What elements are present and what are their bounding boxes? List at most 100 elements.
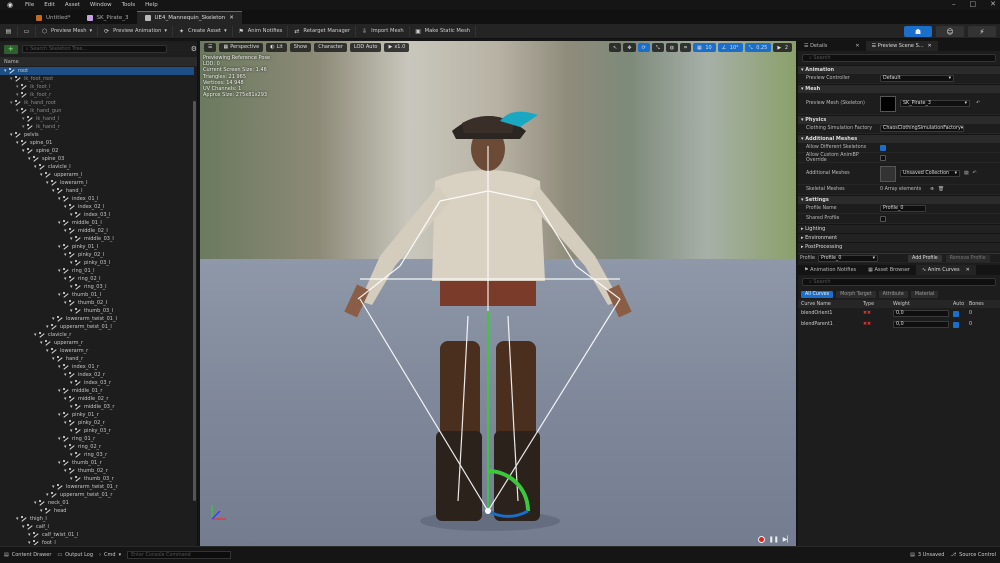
close-tab-icon[interactable]: ✕ (928, 43, 932, 49)
menu-file[interactable]: File (25, 2, 34, 8)
bone-row[interactable]: ▾ neck_01 (0, 499, 194, 507)
pause-icon[interactable]: ❚❚ (769, 536, 779, 543)
expand-arrow-icon[interactable]: ▾ (70, 308, 74, 314)
bone-row[interactable]: ▾ ring_01_l (0, 267, 194, 275)
scale-snap-button[interactable]: ⤡ 0.25 (744, 43, 772, 52)
mesh-mode-icon[interactable]: ☺ (936, 26, 964, 37)
tab-animation-notifies[interactable]: ⚑ Animation Notifies (798, 265, 862, 275)
close-tab-icon[interactable]: ✕ (966, 267, 970, 273)
bone-row[interactable]: ▾ ring_03_l (0, 283, 194, 291)
expand-arrow-icon[interactable]: ▾ (40, 508, 44, 514)
minimize-icon[interactable]: – (952, 0, 956, 8)
cmd-dropdown[interactable]: › Cmd ▾ (99, 552, 121, 558)
scale-icon[interactable]: ⤡ (651, 43, 664, 52)
menu-asset[interactable]: Asset (65, 2, 80, 8)
bone-row[interactable]: ▾ calf_l (0, 523, 194, 531)
bone-row[interactable]: ▾ lowerarm_twist_01_l (0, 315, 194, 323)
expand-arrow-icon[interactable]: ▾ (70, 476, 74, 482)
filter-attribute[interactable]: Attribute (878, 291, 908, 298)
section-lighting[interactable]: ▸ Lighting (798, 224, 1000, 233)
console-command-input[interactable]: Enter Console Command (127, 551, 232, 559)
filter-material[interactable]: Material (910, 291, 939, 298)
type-icon[interactable]: ✖✖ (863, 311, 893, 316)
bone-row[interactable]: ▾ index_01_r (0, 363, 194, 371)
expand-arrow-icon[interactable]: ▾ (58, 436, 62, 442)
expand-arrow-icon[interactable]: ▾ (64, 228, 68, 234)
lod-button[interactable]: LOD Auto (349, 42, 382, 52)
expand-arrow-icon[interactable]: ▾ (22, 524, 26, 530)
close-window-icon[interactable]: ✕ (990, 0, 996, 8)
bone-row[interactable]: ▾ upperarm_l (0, 171, 194, 179)
expand-arrow-icon[interactable]: ▾ (16, 140, 20, 146)
content-drawer-button[interactable]: ▤ Content Drawer (4, 552, 51, 558)
expand-arrow-icon[interactable]: ▾ (70, 260, 74, 266)
output-log-button[interactable]: ▭ Output Log (57, 552, 93, 558)
expand-arrow-icon[interactable]: ▾ (22, 148, 26, 154)
expand-arrow-icon[interactable]: ▾ (46, 492, 50, 498)
bone-row[interactable]: ▾ thumb_03_r (0, 475, 194, 483)
skip-forward-icon[interactable]: ▶▏ (783, 536, 792, 543)
tab-details[interactable]: ☰ Details ✕ (798, 41, 866, 51)
perspective-button[interactable]: ▦ Perspective (219, 42, 264, 52)
anim-notifies-button[interactable]: ⚑ Anim Notifies (233, 25, 289, 37)
tab-sk-pirate[interactable]: SK_Pirate_3 (79, 11, 137, 24)
bone-row[interactable]: ▾ lowerarm_twist_01_r (0, 483, 194, 491)
expand-arrow-icon[interactable]: ▾ (34, 164, 38, 170)
bone-row[interactable]: ▾ pinky_03_r (0, 427, 194, 435)
world-local-icon[interactable]: ◍ (665, 43, 679, 52)
tab-anim-curves[interactable]: ∿ Anim Curves ✕ (916, 265, 976, 275)
unsaved-button[interactable]: ▤ 3 Unsaved (910, 552, 944, 558)
bone-row[interactable]: ▾ spine_02 (0, 147, 194, 155)
auto-checkbox[interactable] (953, 310, 959, 317)
expand-arrow-icon[interactable]: ▾ (16, 92, 20, 98)
expand-arrow-icon[interactable]: ▾ (58, 196, 62, 202)
expand-arrow-icon[interactable]: ▾ (64, 372, 68, 378)
menu-help[interactable]: Help (145, 2, 158, 8)
bone-row[interactable]: ▾ lowerarm_r (0, 347, 194, 355)
expand-arrow-icon[interactable]: ▾ (58, 388, 62, 394)
bone-row[interactable]: ▾ hand_r (0, 355, 194, 363)
clothing-factory-dropdown[interactable]: ChaosClothingSimulationFactory ▾ (880, 125, 964, 132)
bone-row[interactable]: ▾ ik_foot_r (0, 91, 194, 99)
bone-row[interactable]: ▾ middle_03_r (0, 403, 194, 411)
shared-profile-checkbox[interactable] (880, 215, 886, 222)
bone-row[interactable]: ▾ pinky_02_r (0, 419, 194, 427)
expand-arrow-icon[interactable]: ▾ (64, 420, 68, 426)
table-row[interactable]: blendOrient1 ✖✖ 0,0 0 (798, 308, 1000, 319)
bone-row[interactable]: ▾ thumb_01_l (0, 291, 194, 299)
expand-arrow-icon[interactable]: ▾ (64, 252, 68, 258)
add-element-icon[interactable]: ⊕ (930, 187, 934, 192)
save-icon[interactable]: ▤ (964, 171, 969, 176)
bone-row[interactable]: ▾ index_01_l (0, 195, 194, 203)
expand-arrow-icon[interactable]: ▾ (40, 172, 44, 178)
expand-arrow-icon[interactable]: ▾ (70, 380, 74, 386)
expand-arrow-icon[interactable]: ▾ (64, 396, 68, 402)
expand-arrow-icon[interactable]: ▾ (64, 444, 68, 450)
expand-arrow-icon[interactable]: ▾ (52, 356, 56, 362)
expand-arrow-icon[interactable]: ▾ (52, 188, 56, 194)
preview-animation-button[interactable]: ⟳ Preview Animation ▾ (98, 25, 174, 37)
bone-row[interactable]: ▾ thumb_02_l (0, 299, 194, 307)
close-tab-icon[interactable]: ✕ (229, 15, 234, 21)
skeleton-search-input[interactable]: ⌕ Search Skeleton Tree... (21, 45, 167, 53)
delete-icon[interactable]: 🗑 (938, 187, 944, 192)
bone-row[interactable]: ▾ thumb_01_r (0, 459, 194, 467)
expand-arrow-icon[interactable]: ▾ (46, 348, 50, 354)
expand-arrow-icon[interactable]: ▾ (10, 76, 14, 82)
expand-arrow-icon[interactable]: ▾ (46, 324, 50, 330)
expand-arrow-icon[interactable]: ▾ (28, 532, 32, 538)
bone-row[interactable]: ▾ index_03_r (0, 379, 194, 387)
create-asset-button[interactable]: ✦ Create Asset ▾ (173, 25, 233, 37)
additional-meshes-dropdown[interactable]: Unsaved Collection ▾ (900, 170, 960, 177)
bone-row[interactable]: ▾ middle_01_l (0, 219, 194, 227)
expand-arrow-icon[interactable]: ▾ (52, 316, 56, 322)
playback-speed-button[interactable]: ▶ x1.0 (384, 42, 410, 52)
details-search-input[interactable]: ⌕ Search (802, 54, 996, 62)
menu-edit[interactable]: Edit (44, 2, 55, 8)
expand-arrow-icon[interactable]: ▾ (58, 292, 62, 298)
tab-preview-scene-settings[interactable]: ☰ Preview Scene S... ✕ (865, 41, 938, 51)
section-environment[interactable]: ▸ Environment (798, 233, 1000, 242)
expand-arrow-icon[interactable]: ▾ (22, 124, 26, 130)
bone-row[interactable]: ▾ middle_01_r (0, 387, 194, 395)
bone-row[interactable]: ▾ ik_foot_root (0, 75, 194, 83)
